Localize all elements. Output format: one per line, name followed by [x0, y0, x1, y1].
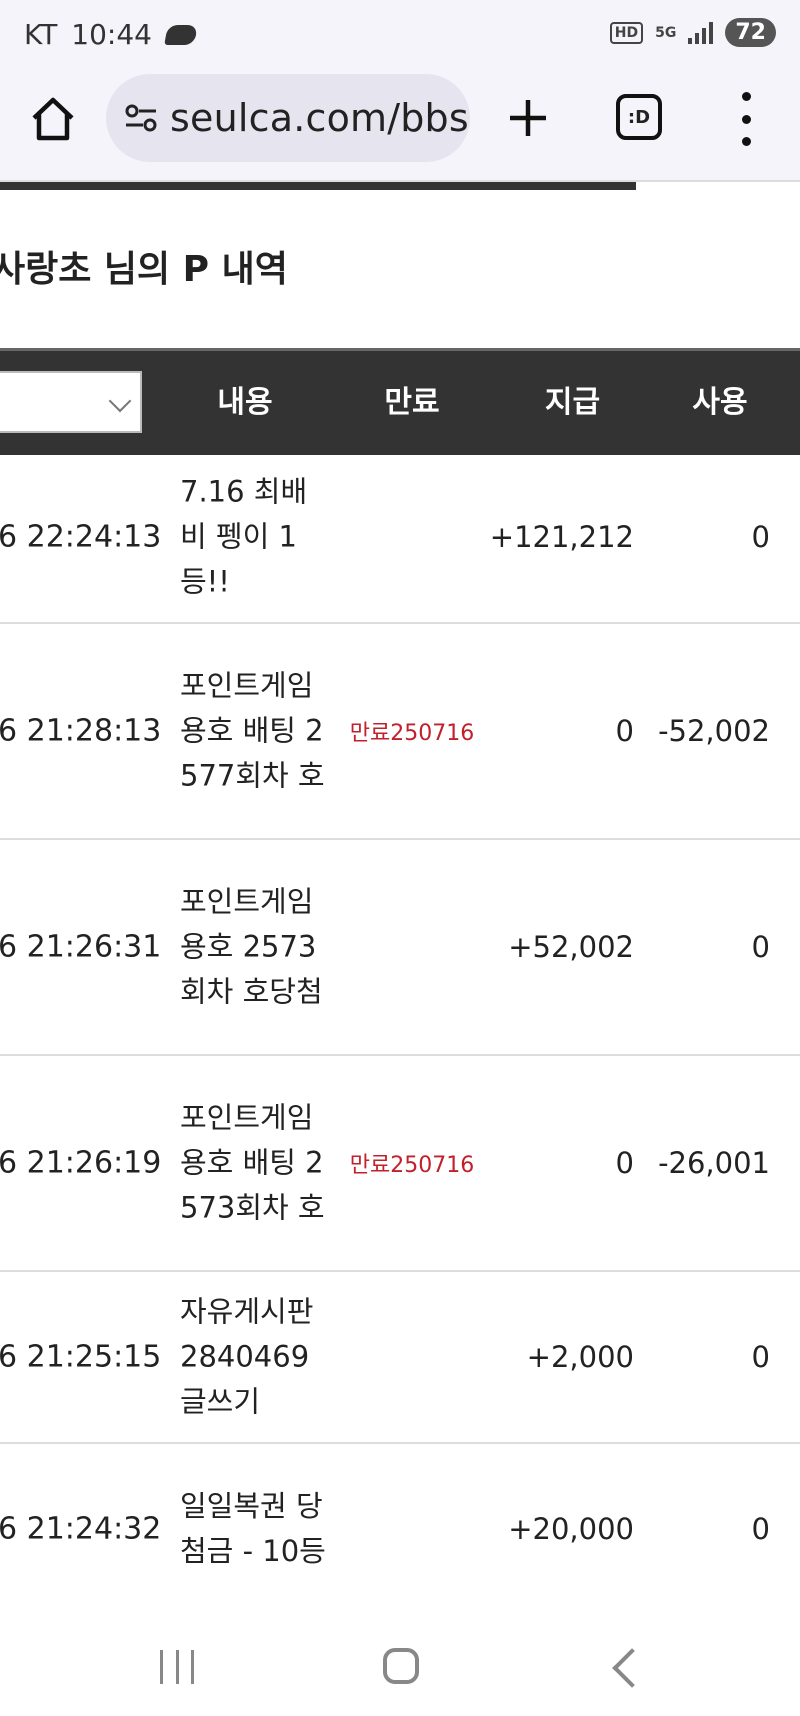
- nav-home-icon[interactable]: [383, 1648, 419, 1684]
- row-use: -52,002: [658, 714, 770, 748]
- row-use: -26,001: [658, 1146, 770, 1180]
- table-row: 6 21:24:32 일일복권 당첨금 - 10등 +20,000 0: [0, 1444, 800, 1614]
- carrier-label: KT: [24, 18, 58, 51]
- header-content: 내용: [217, 385, 273, 420]
- url-text[interactable]: seulca.com/bbs: [170, 96, 469, 140]
- back-icon[interactable]: [612, 1648, 652, 1688]
- home-icon[interactable]: [28, 94, 78, 144]
- cloud-icon: [164, 24, 198, 45]
- address-bar[interactable]: seulca.com/bbs: [106, 74, 470, 162]
- tab-indicator-bar: [0, 182, 636, 190]
- row-pay: +20,000: [508, 1512, 634, 1546]
- row-expiry: 만료250716: [349, 1153, 475, 1178]
- filter-select[interactable]: [0, 371, 142, 433]
- header-pay: 지급: [544, 385, 601, 420]
- table-header: 내용 만료 지급 사용: [0, 348, 800, 455]
- browser-toolbar: seulca.com/bbs :D: [0, 72, 800, 180]
- row-pay: +121,212: [489, 520, 634, 554]
- row-pay: +52,002: [508, 930, 634, 964]
- table-row: 6 21:28:13 포인트게임 용호 배팅 2577회차 호 만료250716…: [0, 624, 800, 840]
- row-use: 0: [751, 1340, 770, 1374]
- more-menu-icon[interactable]: [736, 92, 756, 146]
- tab-switcher-icon[interactable]: :D: [616, 94, 662, 140]
- row-content[interactable]: 7.16 최배비 펭이 1등!!: [180, 470, 330, 605]
- network-5g-icon: 5G: [655, 24, 677, 41]
- status-bar: KT 10:44 HD 5G 72: [0, 0, 800, 72]
- row-content[interactable]: 일일복권 당첨금 - 10등: [180, 1484, 330, 1574]
- row-expiry: 만료250716: [349, 721, 475, 746]
- header-use: 사용: [692, 385, 748, 420]
- row-date: 6 21:26:31: [0, 929, 162, 965]
- row-content[interactable]: 포인트게임 용호 배팅 2573회차 호: [180, 1096, 330, 1231]
- battery-icon: 72: [725, 18, 776, 47]
- row-pay: 0: [615, 1146, 634, 1180]
- row-use: 0: [751, 1512, 770, 1546]
- row-date: 6 21:26:19: [0, 1145, 162, 1181]
- row-pay: 0: [615, 714, 634, 748]
- row-date: 6 21:24:32: [0, 1511, 162, 1547]
- table-row: 6 21:25:15 자유게시판 2840469 글쓰기 +2,000 0: [0, 1272, 800, 1444]
- table-row: 6 22:24:13 7.16 최배비 펭이 1등!! +121,212 0: [0, 452, 800, 624]
- page-title: 사랑초 님의 P 내역: [0, 249, 288, 290]
- site-settings-icon[interactable]: [124, 103, 158, 133]
- status-right: HD 5G 72: [609, 18, 776, 47]
- table-row: 6 21:26:31 포인트게임 용호 2573회차 호당첨 +52,002 0: [0, 840, 800, 1056]
- row-content[interactable]: 포인트게임 용호 2573회차 호당첨: [180, 880, 330, 1015]
- row-content[interactable]: 자유게시판 2840469 글쓰기: [180, 1290, 330, 1425]
- signal-icon: [688, 21, 714, 44]
- system-nav-bar: [0, 1614, 800, 1716]
- row-date: 6 21:28:13: [0, 713, 162, 749]
- chevron-down-icon: [108, 389, 132, 413]
- row-content[interactable]: 포인트게임 용호 배팅 2577회차 호: [180, 664, 330, 799]
- row-date: 6 22:24:13: [0, 519, 162, 555]
- new-tab-icon[interactable]: [504, 94, 552, 142]
- header-expiry: 만료: [384, 385, 440, 420]
- row-date: 6 21:25:15: [0, 1339, 162, 1375]
- row-pay: +2,000: [526, 1340, 634, 1374]
- hd-voice-icon: HD: [609, 21, 644, 44]
- clock: 10:44: [71, 18, 152, 51]
- row-use: 0: [751, 930, 770, 964]
- recent-apps-icon[interactable]: [160, 1650, 194, 1684]
- row-use: 0: [751, 520, 770, 554]
- status-left: KT 10:44: [24, 18, 198, 51]
- table-row: 6 21:26:19 포인트게임 용호 배팅 2573회차 호 만료250716…: [0, 1056, 800, 1272]
